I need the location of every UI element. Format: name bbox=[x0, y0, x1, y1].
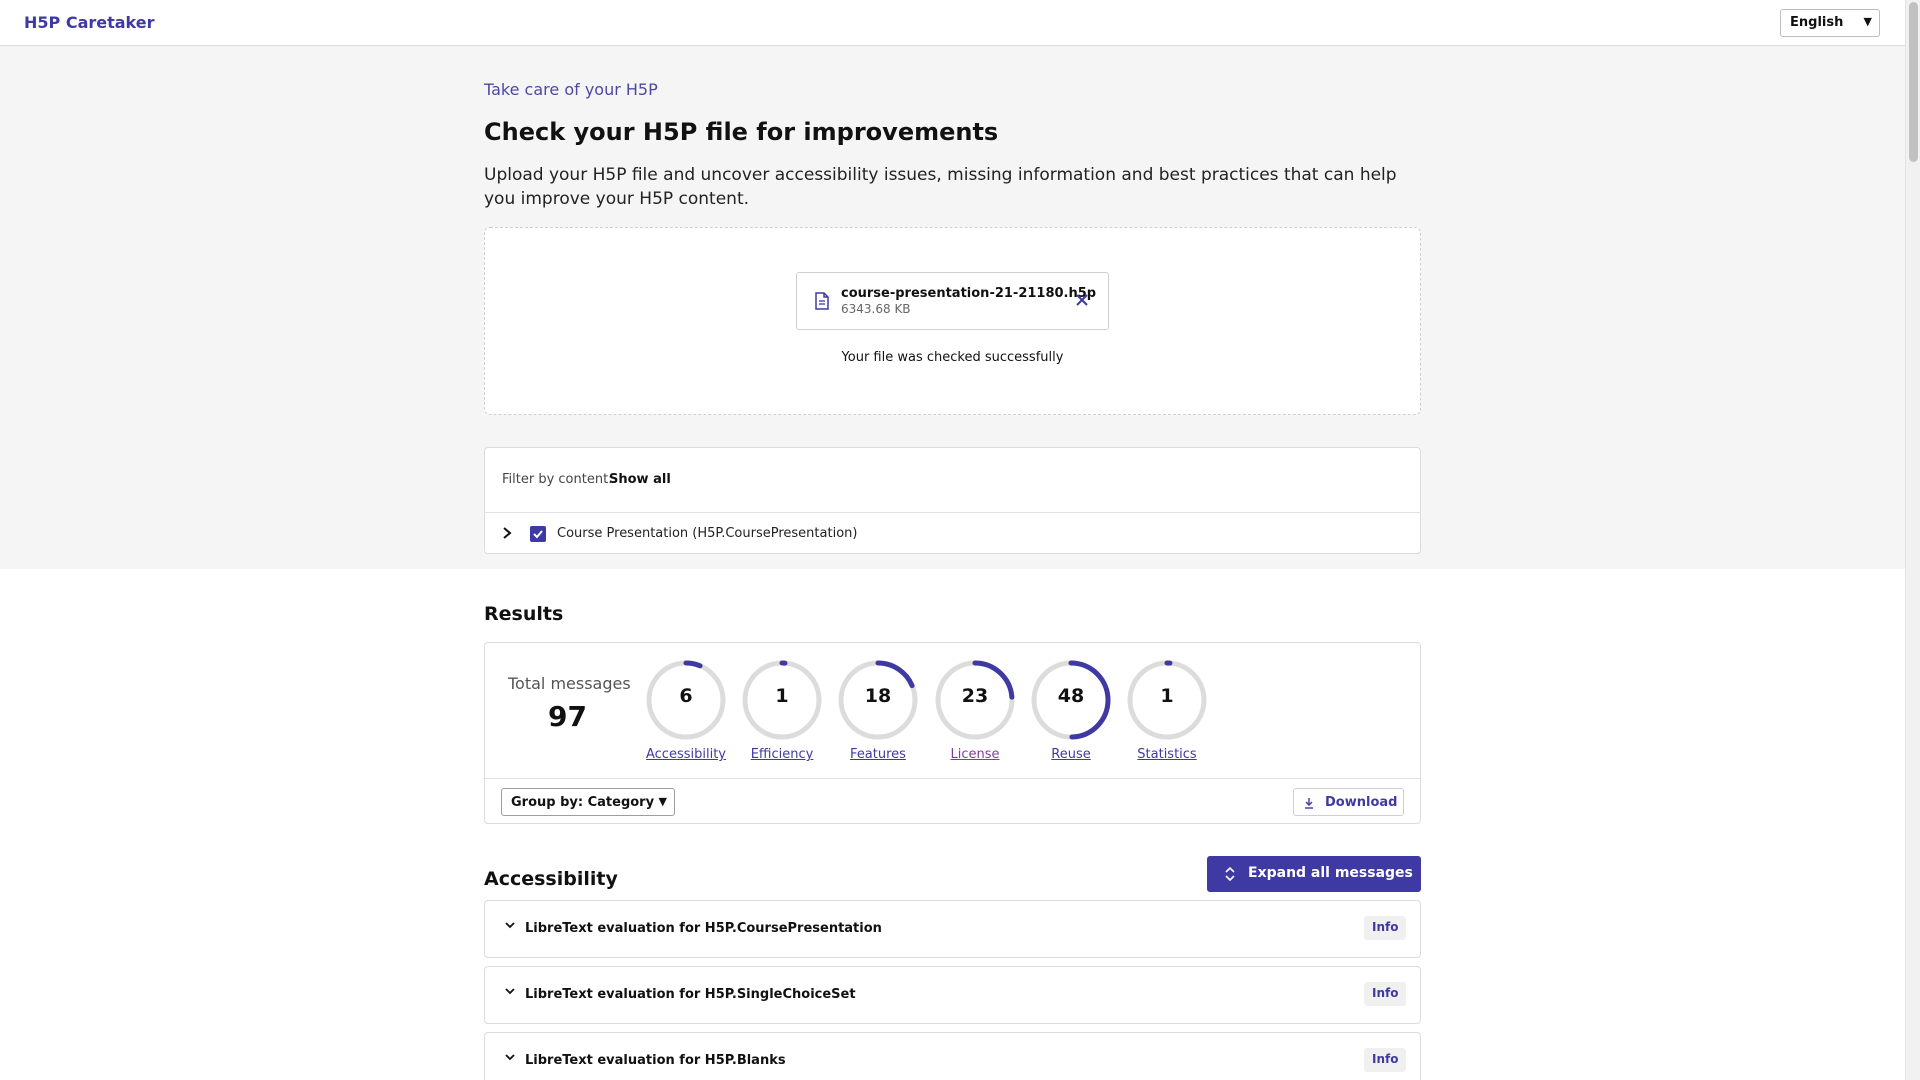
uploaded-file-card: course-presentation-21-21180.h5p 6343.68… bbox=[796, 272, 1109, 330]
page-eyebrow: Take care of your H5P bbox=[484, 80, 658, 99]
language-value: English bbox=[1790, 15, 1844, 30]
expand-all-label: Expand all messages bbox=[1248, 865, 1413, 881]
download-label: Download bbox=[1325, 795, 1398, 810]
page-title: Check your H5P file for improvements bbox=[484, 118, 999, 146]
checkmark-icon bbox=[533, 530, 543, 539]
category-count: 48 bbox=[1057, 685, 1085, 707]
remove-file-icon[interactable] bbox=[1075, 293, 1089, 307]
category-gauge: 18 Features bbox=[836, 658, 920, 768]
message-title: LibreText evaluation for H5P.Blanks bbox=[525, 1053, 786, 1068]
accessibility-title: Accessibility bbox=[484, 868, 618, 890]
results-panel: Total messages 97 6 Accessibility 1 Efficie… bbox=[484, 642, 1421, 824]
total-messages-value: 97 bbox=[548, 700, 587, 733]
message-title: LibreText evaluation for H5P.SingleChoic… bbox=[525, 987, 856, 1002]
content-item-label: Course Presentation (H5P.CoursePresentat… bbox=[557, 526, 858, 541]
chevron-down-icon bbox=[505, 1054, 515, 1061]
category-count: 1 bbox=[1160, 685, 1174, 707]
category-gauge: 1 Statistics bbox=[1125, 658, 1209, 768]
message-level-badge: Info bbox=[1364, 1048, 1407, 1072]
chevron-down-icon: ▼ bbox=[1863, 15, 1872, 28]
category-gauge: 1 Efficiency bbox=[740, 658, 824, 768]
message-title: LibreText evaluation for H5P.CoursePrese… bbox=[525, 921, 882, 936]
upload-status: Your file was checked successfully bbox=[841, 350, 1064, 365]
expand-icon bbox=[1225, 867, 1235, 881]
file-icon bbox=[815, 292, 829, 310]
category-gauge: 23 License bbox=[933, 658, 1017, 768]
language-select[interactable]: English ▼ bbox=[1780, 9, 1880, 37]
filter-label: Filter by content: bbox=[502, 472, 613, 487]
message-item[interactable]: LibreText evaluation for H5P.Blanks Info bbox=[484, 1032, 1421, 1080]
category-gauge: 6 Accessibility bbox=[644, 658, 728, 768]
divider bbox=[485, 778, 1420, 779]
results-title: Results bbox=[484, 603, 564, 625]
category-count: 18 bbox=[864, 685, 892, 707]
chevron-right-icon[interactable] bbox=[501, 526, 513, 540]
page-description: Upload your H5P file and uncover accessi… bbox=[484, 165, 1397, 209]
message-item[interactable]: LibreText evaluation for H5P.CoursePrese… bbox=[484, 900, 1421, 958]
group-by-select[interactable]: Group by: Category ▼ bbox=[501, 788, 675, 816]
file-size: 6343.68 KB bbox=[841, 302, 911, 316]
message-item[interactable]: LibreText evaluation for H5P.SingleChoic… bbox=[484, 966, 1421, 1024]
scrollbar-thumb[interactable] bbox=[1909, 2, 1918, 162]
category-link[interactable]: Statistics bbox=[1105, 747, 1229, 762]
message-level-badge: Info bbox=[1364, 916, 1407, 940]
chevron-down-icon: ▼ bbox=[658, 795, 667, 808]
content-checkbox[interactable] bbox=[530, 526, 546, 542]
download-button[interactable]: Download bbox=[1293, 788, 1404, 816]
category-count: 6 bbox=[679, 685, 693, 707]
filter-header: Filter by content: Show all bbox=[485, 448, 1420, 513]
file-name: course-presentation-21-21180.h5p bbox=[841, 286, 1097, 301]
top-bar: H5P Caretaker English ▼ bbox=[0, 0, 1905, 46]
content-filter: Filter by content: Show all Course Prese… bbox=[484, 447, 1421, 554]
filter-show-all[interactable]: Show all bbox=[609, 472, 671, 487]
message-level-badge: Info bbox=[1364, 982, 1407, 1006]
chevron-down-icon bbox=[505, 922, 515, 929]
total-messages-label: Total messages bbox=[508, 674, 631, 693]
brand-logo[interactable]: H5P Caretaker bbox=[24, 13, 155, 32]
page-scrollbar[interactable] bbox=[1905, 0, 1920, 1080]
download-icon bbox=[1305, 798, 1313, 809]
group-by-value: Group by: Category bbox=[511, 795, 655, 810]
category-count: 23 bbox=[961, 685, 989, 707]
chevron-down-icon bbox=[505, 988, 515, 995]
category-gauge: 48 Reuse bbox=[1029, 658, 1113, 768]
expand-all-button[interactable]: Expand all messages bbox=[1207, 856, 1421, 892]
category-count: 1 bbox=[775, 685, 789, 707]
